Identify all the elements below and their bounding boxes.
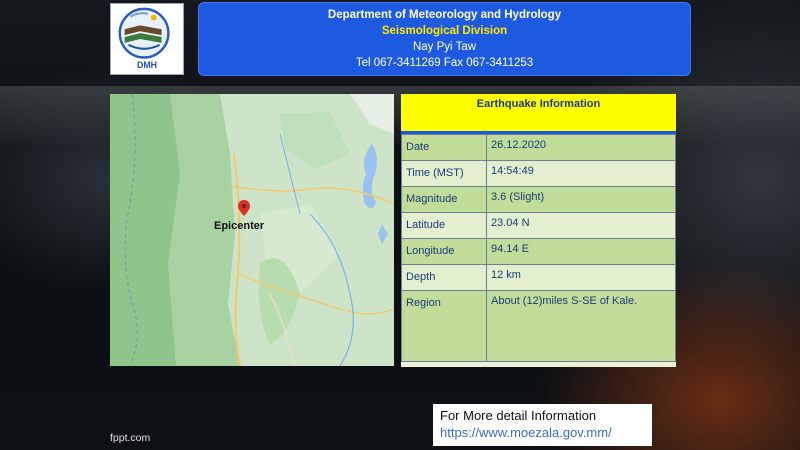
info-title: Earthquake Information <box>401 94 676 131</box>
info-row-time: Time (MST) 14:54:49 <box>401 160 676 187</box>
header-banner: Department of Meteorology and Hydrology … <box>198 2 691 76</box>
info-value: About (12)miles S-SE of Kale. <box>486 290 676 362</box>
info-label: Depth <box>401 264 487 291</box>
info-value: 23.04 N <box>486 212 676 239</box>
dmh-logo-graphic: DMH <box>118 7 170 70</box>
epicenter-label: Epicenter <box>214 220 265 232</box>
more-info-box: For More detail Information https://www.… <box>433 404 652 446</box>
contact-info: Tel 067-3411269 Fax 067-3411253 <box>355 57 534 69</box>
more-info-text: For More detail Information <box>440 408 597 423</box>
info-value: 3.6 (Slight) <box>486 186 676 213</box>
info-row-depth: Depth 12 km <box>401 264 676 291</box>
info-label: Longitude <box>401 238 487 265</box>
info-row-magnitude: Magnitude 3.6 (Slight) <box>401 186 676 213</box>
dmh-logo: DMH <box>110 3 184 75</box>
info-label: Latitude <box>401 212 487 239</box>
info-table: Date 26.12.2020 Time (MST) 14:54:49 Magn… <box>401 134 676 362</box>
footer-credit: fppt.com <box>110 432 151 444</box>
earthquake-info-panel: Earthquake Information Date 26.12.2020 T… <box>401 94 676 367</box>
epicenter-marker-icon[interactable] <box>238 200 250 216</box>
info-value: 14:54:49 <box>486 160 676 187</box>
more-info-link[interactable]: https://www.moezala.gov.mm/ <box>440 424 647 441</box>
info-row-date: Date 26.12.2020 <box>401 134 676 161</box>
department-name: Department of Meteorology and Hydrology <box>327 9 562 21</box>
info-label: Time (MST) <box>401 160 487 187</box>
division-name: Seismological Division <box>381 25 508 37</box>
info-row-longitude: Longitude 94.14 E <box>401 238 676 265</box>
info-value: 94.14 E <box>486 238 676 265</box>
city-name: Nay Pyi Taw <box>412 41 477 53</box>
info-label: Magnitude <box>401 186 487 213</box>
info-label: Region <box>401 290 487 362</box>
epicenter-map[interactable]: Epicenter <box>110 94 394 366</box>
info-row-latitude: Latitude 23.04 N <box>401 212 676 239</box>
info-value: 12 km <box>486 264 676 291</box>
info-value: 26.12.2020 <box>486 134 676 161</box>
info-label: Date <box>401 134 487 161</box>
info-row-region: Region About (12)miles S-SE of Kale. <box>401 290 676 362</box>
logo-text: DMH <box>137 60 157 70</box>
